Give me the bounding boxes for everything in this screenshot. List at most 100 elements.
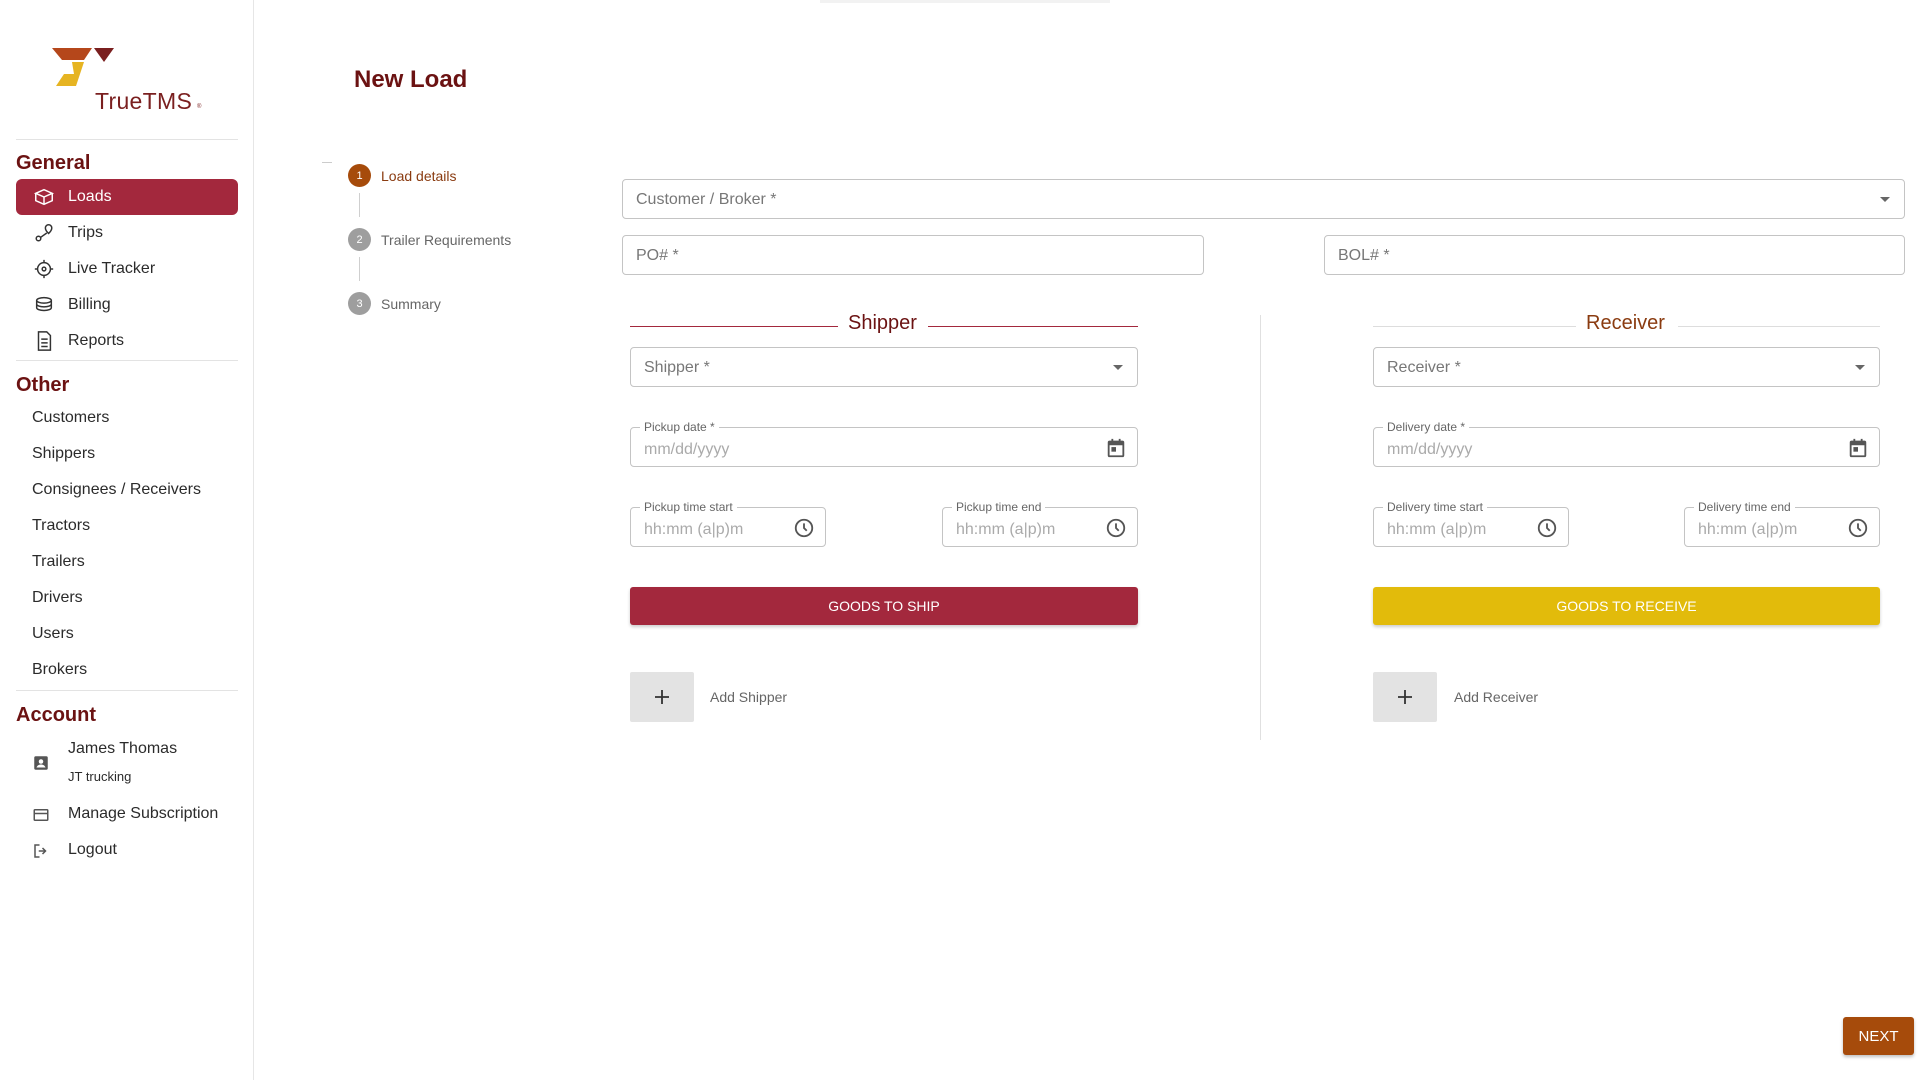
receiver-placeholder: Receiver * <box>1387 359 1461 376</box>
customer-broker-select[interactable]: Customer / Broker * <box>622 179 1905 219</box>
sidebar: TrueTMS ® General Loads Trips Live Track… <box>0 0 254 1080</box>
delivery-time-start-field[interactable]: Delivery time start hh:mm (a|p)m <box>1373 500 1569 547</box>
logout-link[interactable]: Logout <box>32 839 212 863</box>
sidebar-item-users[interactable]: Users <box>32 625 74 643</box>
sidebar-divider <box>16 360 238 361</box>
bol-placeholder: BOL# * <box>1338 247 1390 264</box>
coins-icon <box>30 294 58 316</box>
goods-to-receive-button[interactable]: GOODS TO RECEIVE <box>1373 587 1880 625</box>
step-connector <box>359 193 360 217</box>
chevron-down-icon <box>1880 197 1890 202</box>
top-bar-edge <box>820 0 1110 3</box>
sidebar-divider <box>16 139 238 140</box>
sidebar-item-trips[interactable]: Trips <box>16 215 238 251</box>
sidebar-item-billing[interactable]: Billing <box>16 287 238 323</box>
other-heading: Other <box>16 374 70 396</box>
box-icon <box>30 186 58 208</box>
next-button[interactable]: NEXT <box>1843 1017 1914 1055</box>
sidebar-item-consignees-receivers[interactable]: Consignees / Receivers <box>32 481 201 499</box>
user-profile[interactable]: James Thomas JT trucking <box>32 738 232 788</box>
delivery-date-placeholder: mm/dd/yyyy <box>1387 441 1473 458</box>
pickup-time-end-label: Pickup time end <box>952 500 1046 514</box>
customer-broker-placeholder: Customer / Broker * <box>636 191 777 208</box>
step-summary[interactable]: 3 Summary <box>348 292 441 315</box>
delivery-time-start-label: Delivery time start <box>1383 500 1488 514</box>
pickup-time-start-label: Pickup time start <box>640 500 737 514</box>
logo-registered: ® <box>197 104 202 110</box>
step-label: Summary <box>381 295 441 312</box>
po-placeholder: PO# * <box>636 247 679 264</box>
bol-number-field[interactable]: BOL# * <box>1324 235 1905 275</box>
general-heading: General <box>16 152 91 174</box>
document-icon <box>30 330 58 352</box>
logout-label: Logout <box>68 841 117 858</box>
sidebar-item-shippers[interactable]: Shippers <box>32 445 95 463</box>
account-box-icon <box>32 754 50 772</box>
credit-card-icon <box>32 806 50 824</box>
shipper-rule-left <box>630 326 838 327</box>
account-heading: Account <box>16 704 96 726</box>
pickup-time-end-field[interactable]: Pickup time end hh:mm (a|p)m <box>942 500 1138 547</box>
chevron-down-icon <box>1855 365 1865 370</box>
sidebar-item-loads[interactable]: Loads <box>16 179 238 215</box>
truetms-logo: TrueTMS ® <box>50 46 210 116</box>
step-trailer-requirements[interactable]: 2 Trailer Requirements <box>348 228 511 251</box>
shipper-select[interactable]: Shipper * <box>630 347 1138 387</box>
pickup-time-start-field[interactable]: Pickup time start hh:mm (a|p)m <box>630 500 826 547</box>
add-shipper-button[interactable] <box>630 672 694 722</box>
delivery-time-end-placeholder: hh:mm (a|p)m <box>1698 521 1798 538</box>
plus-icon <box>1398 690 1412 704</box>
receiver-rule-right <box>1678 326 1880 327</box>
manage-subscription-link[interactable]: Manage Subscription <box>32 803 242 827</box>
shipper-placeholder: Shipper * <box>644 359 710 376</box>
add-shipper-label: Add Shipper <box>710 689 788 705</box>
plus-icon <box>655 690 669 704</box>
sidebar-item-drivers[interactable]: Drivers <box>32 589 83 607</box>
goods-to-ship-button[interactable]: GOODS TO SHIP <box>630 587 1138 625</box>
sidebar-item-live-tracker[interactable]: Live Tracker <box>16 251 238 287</box>
manage-subscription-label: Manage Subscription <box>68 805 219 822</box>
calendar-icon[interactable] <box>1847 437 1869 459</box>
step-load-details[interactable]: 1 Load details <box>348 164 457 187</box>
delivery-date-field[interactable]: Delivery date * mm/dd/yyyy <box>1373 420 1880 467</box>
user-company: JT trucking <box>68 769 132 784</box>
sidebar-item-label: Loads <box>68 188 112 205</box>
delivery-date-label: Delivery date * <box>1383 420 1470 434</box>
sidebar-item-brokers[interactable]: Brokers <box>32 661 87 679</box>
add-receiver-button[interactable] <box>1373 672 1437 722</box>
add-receiver-label: Add Receiver <box>1454 689 1539 705</box>
clock-icon[interactable] <box>1847 517 1869 539</box>
receiver-title: Receiver <box>1586 312 1665 334</box>
pickup-date-label: Pickup date * <box>640 420 719 434</box>
sidebar-item-tractors[interactable]: Tractors <box>32 517 90 535</box>
step-connector <box>359 257 360 281</box>
clock-icon[interactable] <box>793 517 815 539</box>
po-number-field[interactable]: PO# * <box>622 235 1204 275</box>
sidebar-item-label: Trips <box>68 224 103 241</box>
receiver-select[interactable]: Receiver * <box>1373 347 1880 387</box>
delivery-time-end-field[interactable]: Delivery time end hh:mm (a|p)m <box>1684 500 1880 547</box>
sidebar-item-trailers[interactable]: Trailers <box>32 553 85 571</box>
column-divider <box>1260 315 1261 740</box>
logo-text: TrueTMS <box>95 88 193 114</box>
receiver-rule-left <box>1373 326 1576 327</box>
chevron-down-icon <box>1113 365 1123 370</box>
page-title: New Load <box>354 66 468 93</box>
stepper-tick <box>322 162 332 163</box>
step-label: Load details <box>381 167 457 184</box>
shipper-title: Shipper <box>848 312 917 334</box>
sidebar-divider <box>16 690 238 691</box>
clock-icon[interactable] <box>1105 517 1127 539</box>
pickup-date-field[interactable]: Pickup date * mm/dd/yyyy <box>630 420 1138 467</box>
sidebar-item-customers[interactable]: Customers <box>32 409 109 427</box>
target-icon <box>30 258 58 280</box>
pickup-time-end-placeholder: hh:mm (a|p)m <box>956 521 1056 538</box>
sidebar-item-label: Reports <box>68 332 125 349</box>
calendar-icon[interactable] <box>1105 437 1127 459</box>
clock-icon[interactable] <box>1536 517 1558 539</box>
step-label: Trailer Requirements <box>381 231 512 248</box>
sidebar-item-reports[interactable]: Reports <box>16 323 238 359</box>
step-number: 2 <box>348 228 371 251</box>
pickup-time-start-placeholder: hh:mm (a|p)m <box>644 521 744 538</box>
step-number: 1 <box>348 164 371 187</box>
